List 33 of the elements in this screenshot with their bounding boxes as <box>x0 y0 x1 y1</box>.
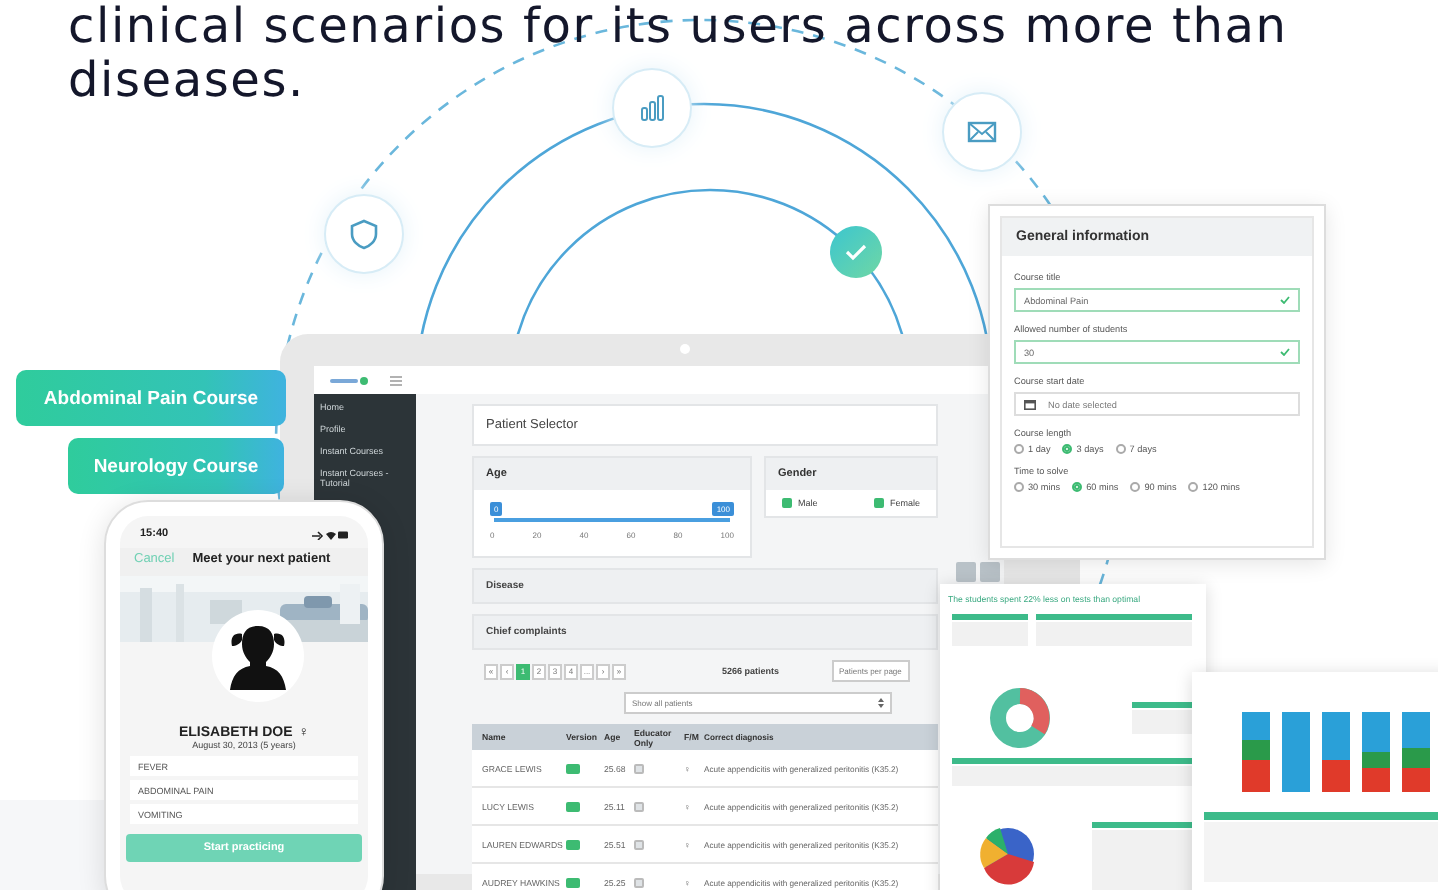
check-icon <box>1280 348 1290 356</box>
checkbox[interactable] <box>634 801 644 811</box>
bar-chart-icon <box>636 92 668 124</box>
status-icons <box>312 529 348 539</box>
logo-icon <box>330 375 370 385</box>
shield-icon <box>348 218 380 250</box>
checkbox[interactable] <box>782 498 792 508</box>
radio-button[interactable] <box>1188 482 1199 492</box>
checkbox[interactable] <box>634 763 644 773</box>
radio-button[interactable] <box>1014 482 1024 492</box>
course-tag: Neurology Course <box>68 438 284 494</box>
radio-button[interactable] <box>1130 482 1141 492</box>
version-badge <box>566 801 580 811</box>
version-badge <box>566 877 580 887</box>
radio-button[interactable] <box>1062 444 1073 454</box>
check-icon <box>844 242 868 262</box>
version-badge <box>566 763 580 773</box>
checkbox[interactable] <box>634 839 644 849</box>
radio-button[interactable] <box>1072 482 1083 492</box>
intro-text: diseases. <box>68 54 307 108</box>
sort-icon <box>878 698 884 708</box>
checkbox[interactable] <box>873 498 884 508</box>
mail-icon <box>966 116 998 148</box>
radio-button[interactable] <box>1014 444 1024 454</box>
check-icon <box>1280 296 1290 304</box>
menu-icon <box>390 375 402 385</box>
intro-text: clinical scenarios for its users across more than <box>68 0 1288 54</box>
avatar-silhouette <box>228 622 288 690</box>
calendar-icon <box>1024 399 1036 409</box>
course-tag: Abdominal Pain Course <box>16 370 286 426</box>
checkbox[interactable] <box>634 877 644 887</box>
version-badge <box>566 839 580 849</box>
radio-button[interactable] <box>1115 444 1126 454</box>
